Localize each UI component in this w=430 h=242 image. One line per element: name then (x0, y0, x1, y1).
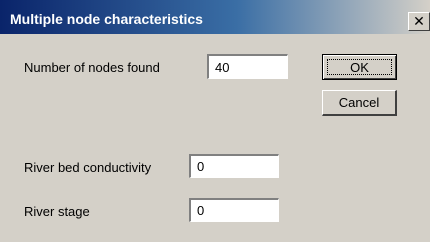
river-stage-field[interactable] (189, 198, 279, 222)
river-bed-conductivity-field[interactable] (189, 154, 279, 178)
close-icon: ✕ (413, 13, 425, 30)
nodes-found-label: Number of nodes found (24, 60, 160, 75)
river-stage-label: River stage (24, 204, 90, 219)
ok-button-label: OK (350, 59, 369, 75)
river-bed-conductivity-label: River bed conductivity (24, 160, 152, 175)
cancel-button[interactable]: Cancel (322, 90, 397, 116)
close-button[interactable]: ✕ (408, 12, 430, 31)
dialog-window: Multiple node characteristics ✕ Number o… (0, 0, 430, 242)
ok-button[interactable]: OK (322, 54, 397, 80)
title-bar[interactable]: Multiple node characteristics (0, 0, 430, 34)
dialog-title: Multiple node characteristics (10, 11, 203, 27)
nodes-found-field[interactable] (207, 54, 288, 79)
cancel-button-label: Cancel (338, 95, 380, 110)
